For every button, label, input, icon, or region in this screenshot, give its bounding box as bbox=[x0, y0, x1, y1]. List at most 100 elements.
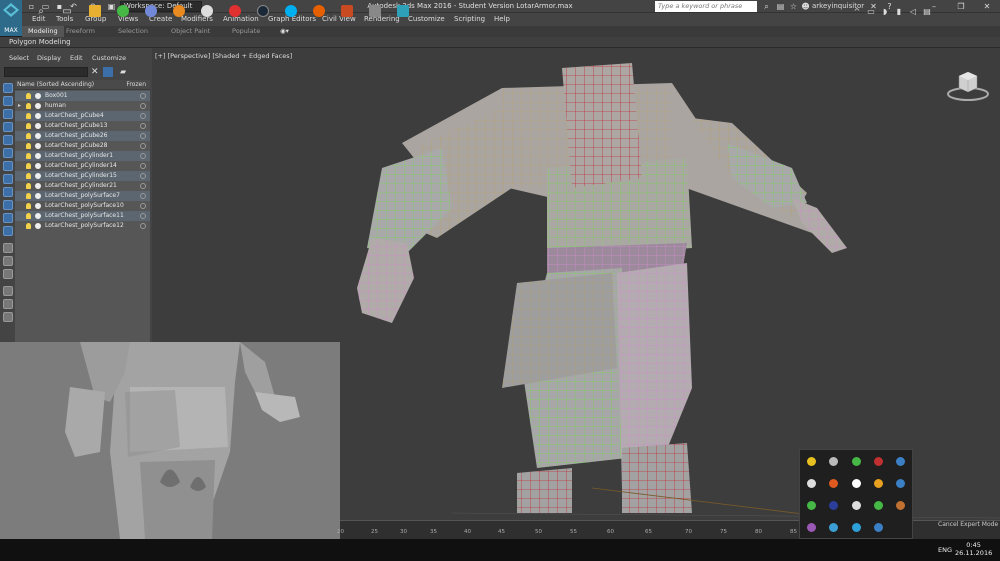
light-bulb-icon[interactable] bbox=[26, 123, 31, 129]
workspace-select[interactable]: Workspace: Default bbox=[120, 1, 202, 12]
menu-help[interactable]: Help bbox=[494, 13, 510, 26]
light-bulb-icon[interactable] bbox=[26, 103, 31, 109]
freeze-icon[interactable] bbox=[140, 163, 146, 169]
avast-icon[interactable] bbox=[172, 4, 186, 18]
viewport-label[interactable]: [+] [Perspective] [Shaded + Edged Faces] bbox=[155, 52, 292, 61]
list-item[interactable]: Box001 bbox=[15, 91, 150, 101]
tab-display[interactable]: Display bbox=[37, 53, 61, 64]
maximize-icon[interactable]: ❐ bbox=[948, 0, 974, 13]
menu-scripting[interactable]: Scripting bbox=[454, 13, 485, 26]
list-item[interactable]: ▸ human bbox=[15, 101, 150, 111]
list-item[interactable]: LotarChest_pCylinder21 bbox=[15, 181, 150, 191]
freeze-icon[interactable] bbox=[140, 223, 146, 229]
tray-icon[interactable] bbox=[829, 479, 838, 488]
sync-selection-icon[interactable] bbox=[3, 299, 13, 309]
column-name[interactable]: Name (Sorted Ascending) bbox=[17, 80, 94, 90]
freeze-icon[interactable] bbox=[140, 203, 146, 209]
language-indicator[interactable]: ENG bbox=[938, 546, 952, 554]
tab-freeform[interactable]: Freeform bbox=[60, 26, 101, 37]
display-all-icon[interactable] bbox=[3, 243, 13, 253]
tab-customize[interactable]: Customize bbox=[92, 53, 126, 64]
light-bulb-icon[interactable] bbox=[26, 213, 31, 219]
tray-icon[interactable] bbox=[829, 457, 838, 466]
tray-icon[interactable] bbox=[852, 523, 861, 532]
tray-icon[interactable] bbox=[807, 501, 816, 510]
list-item[interactable]: LotarChest_pCube28 bbox=[15, 141, 150, 151]
viewcube-icon[interactable] bbox=[945, 68, 991, 104]
display-frozen-icon[interactable] bbox=[3, 226, 13, 236]
freeze-icon[interactable] bbox=[140, 143, 146, 149]
light-bulb-icon[interactable] bbox=[26, 93, 31, 99]
list-item[interactable]: LotarChest_pCube13 bbox=[15, 121, 150, 131]
menu-customize[interactable]: Customize bbox=[408, 13, 445, 26]
discord-icon[interactable] bbox=[144, 4, 158, 18]
yandex-icon[interactable] bbox=[228, 4, 242, 18]
tray-icon[interactable] bbox=[874, 501, 883, 510]
layer-manager-icon[interactable] bbox=[3, 312, 13, 322]
display-none-icon[interactable] bbox=[3, 83, 13, 93]
itunes-icon[interactable] bbox=[200, 4, 214, 18]
list-item[interactable]: LotarChest_pCube26 bbox=[15, 131, 150, 141]
freeze-icon[interactable] bbox=[140, 113, 146, 119]
network-icon[interactable]: ▭ bbox=[864, 4, 878, 18]
clear-icon[interactable]: ✕ bbox=[91, 67, 99, 77]
tray-icon[interactable] bbox=[807, 479, 816, 488]
ribbon-options-icon[interactable]: ◉▾ bbox=[274, 26, 295, 37]
close-icon[interactable]: ✕ bbox=[974, 0, 1000, 13]
tray-icon[interactable] bbox=[874, 457, 883, 466]
photo-app-icon[interactable] bbox=[368, 4, 382, 18]
display-groups-icon[interactable] bbox=[3, 174, 13, 184]
cart-icon[interactable]: ▤ bbox=[775, 1, 786, 12]
freeze-icon[interactable] bbox=[140, 133, 146, 139]
display-children-icon[interactable] bbox=[3, 269, 13, 279]
system-clock[interactable]: 0:45 26.11.2016 bbox=[955, 541, 992, 557]
tray-icon[interactable] bbox=[807, 457, 816, 466]
freeze-icon[interactable] bbox=[140, 153, 146, 159]
display-cameras-icon[interactable] bbox=[3, 135, 13, 145]
search-icon[interactable]: ⌕ bbox=[34, 4, 48, 18]
list-item[interactable]: LotarChest_pCylinder1 bbox=[15, 151, 150, 161]
steam-icon[interactable] bbox=[256, 4, 270, 18]
tab-populate[interactable]: Populate bbox=[226, 26, 266, 37]
tray-icon[interactable] bbox=[896, 457, 905, 466]
display-spacewarps-icon[interactable] bbox=[3, 161, 13, 171]
light-bulb-icon[interactable] bbox=[26, 203, 31, 209]
freeze-icon[interactable] bbox=[140, 123, 146, 129]
list-item[interactable]: LotarChest_polySurface11 bbox=[15, 211, 150, 221]
display-containers-icon[interactable] bbox=[3, 213, 13, 223]
light-bulb-icon[interactable] bbox=[26, 183, 31, 189]
light-bulb-icon[interactable] bbox=[26, 223, 31, 229]
scene-find-input[interactable] bbox=[4, 67, 88, 77]
invert-display-icon[interactable] bbox=[3, 256, 13, 266]
display-helpers-icon[interactable] bbox=[3, 148, 13, 158]
tab-modeling[interactable]: Modeling bbox=[22, 26, 64, 37]
app-logo[interactable]: MAX bbox=[0, 0, 22, 36]
freeze-icon[interactable] bbox=[140, 173, 146, 179]
light-bulb-icon[interactable] bbox=[26, 163, 31, 169]
file-explorer-icon[interactable] bbox=[88, 4, 102, 18]
tray-icon[interactable] bbox=[852, 457, 861, 466]
list-item[interactable]: LotarChest_polySurface12 bbox=[15, 221, 150, 231]
user-icon[interactable]: ☻ bbox=[800, 1, 811, 12]
search-input[interactable]: Type a keyword or phrase bbox=[655, 1, 757, 12]
filter-list-icon[interactable] bbox=[3, 286, 13, 296]
utorrent-icon[interactable] bbox=[116, 4, 130, 18]
tab-select[interactable]: Select bbox=[9, 53, 29, 64]
freeze-icon[interactable] bbox=[140, 103, 146, 109]
search-icon[interactable]: ⌕ bbox=[761, 1, 772, 12]
light-bulb-icon[interactable] bbox=[26, 113, 31, 119]
display-xrefs-icon[interactable] bbox=[3, 187, 13, 197]
polygon-modeling-label[interactable]: Polygon Modeling bbox=[9, 37, 71, 48]
notification-icon[interactable]: ▤ bbox=[920, 4, 934, 18]
tray-icon[interactable] bbox=[829, 501, 838, 510]
filter-icon[interactable] bbox=[103, 67, 113, 77]
task-view-icon[interactable]: ▭ bbox=[60, 4, 74, 18]
tray-icon[interactable] bbox=[807, 523, 816, 532]
list-item[interactable]: LotarChest_polySurface10 bbox=[15, 201, 150, 211]
display-shapes-icon[interactable] bbox=[3, 109, 13, 119]
column-frozen[interactable]: Frozen bbox=[126, 80, 146, 90]
tab-selection[interactable]: Selection bbox=[112, 26, 154, 37]
light-bulb-icon[interactable] bbox=[26, 153, 31, 159]
star-icon[interactable]: ☆ bbox=[788, 1, 799, 12]
battery-icon[interactable]: ▮ bbox=[892, 4, 906, 18]
